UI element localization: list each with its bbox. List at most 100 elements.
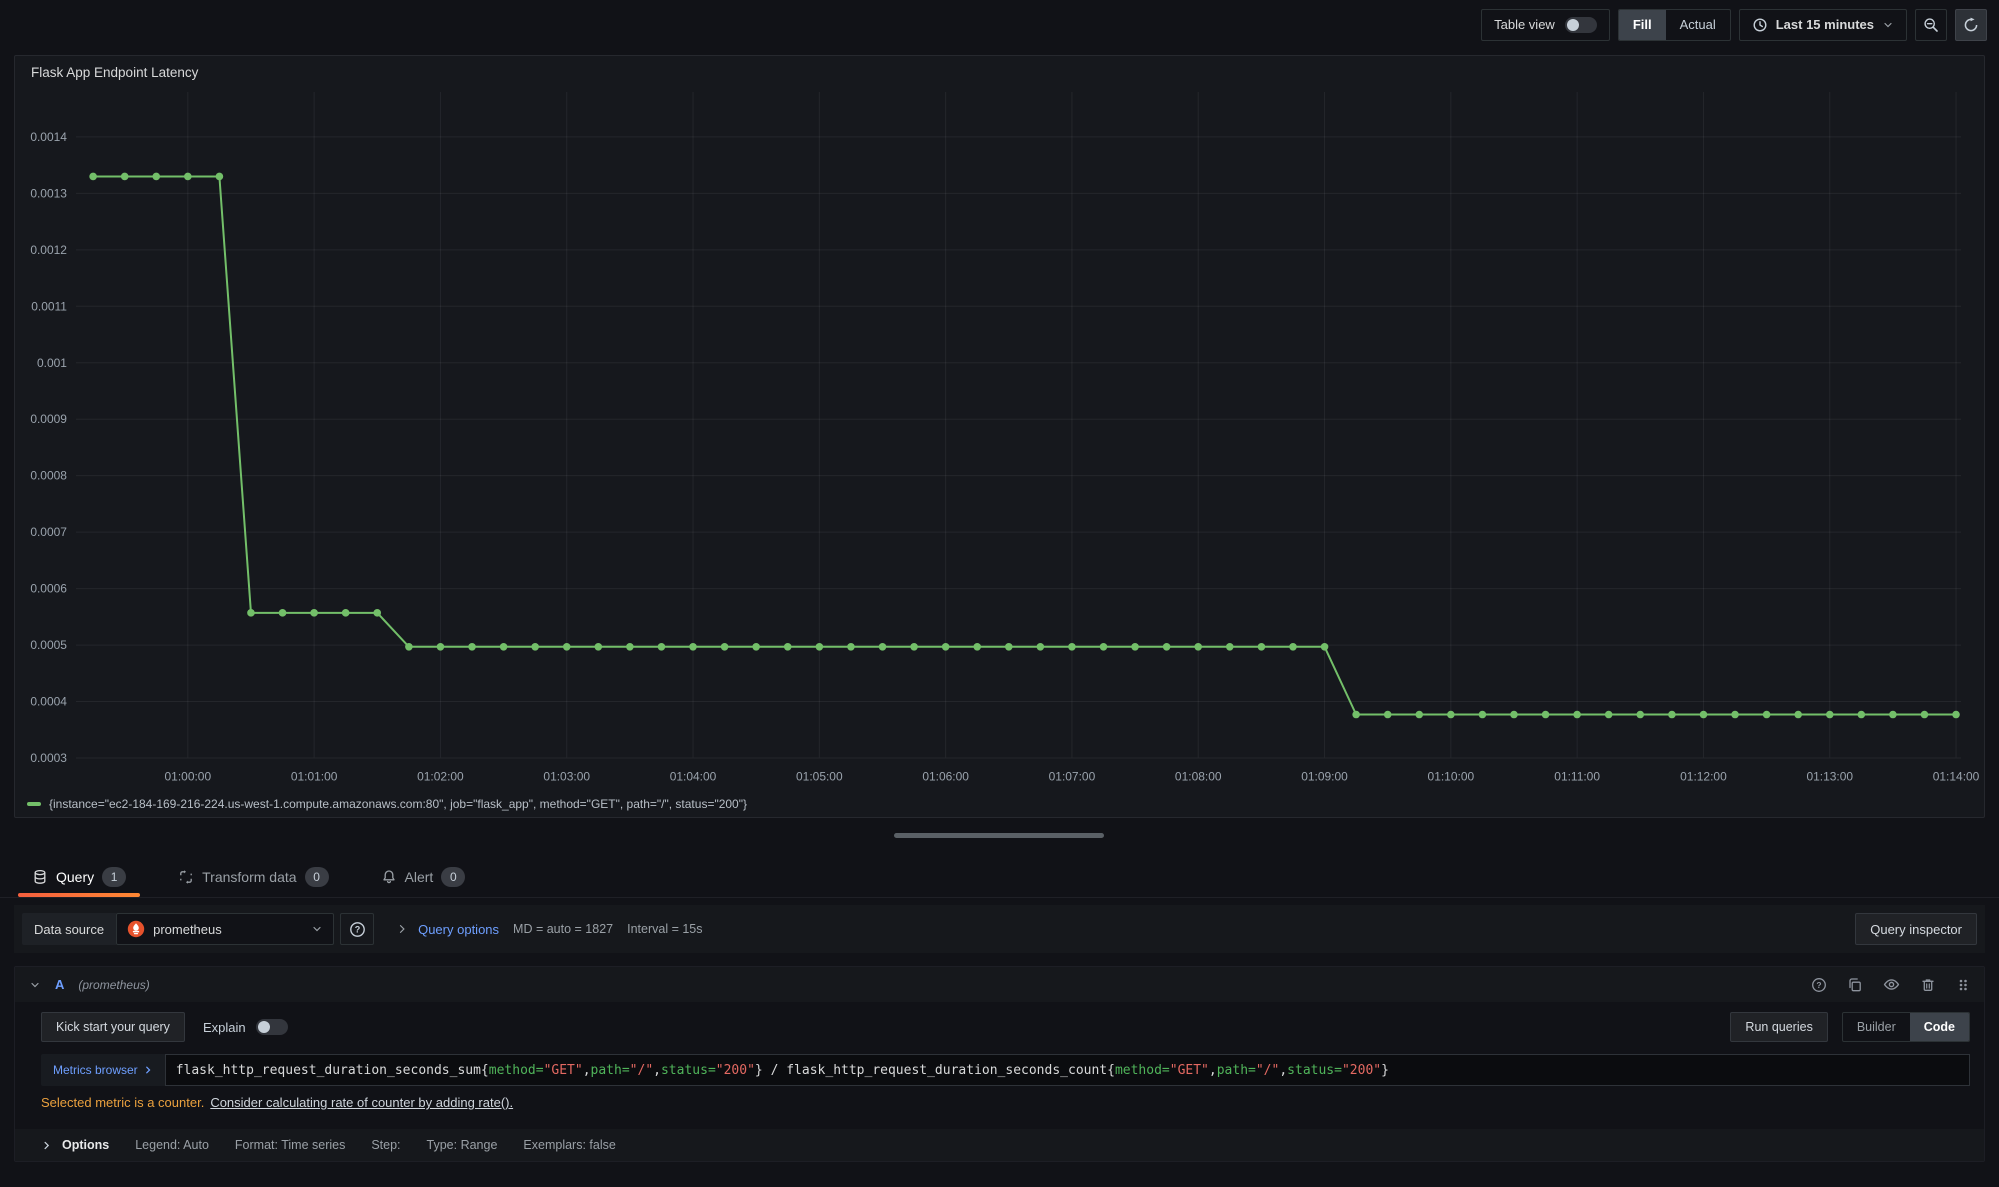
collapse-chevron-icon[interactable] [29, 979, 41, 991]
chart-point [1479, 711, 1487, 719]
x-axis-tick-label: 01:10:00 [1428, 770, 1475, 784]
y-axis-tick-label: 0.0009 [30, 412, 67, 426]
query-inspector-button[interactable]: Query inspector [1855, 913, 1977, 945]
svg-text:?: ? [354, 924, 360, 934]
x-axis-tick-label: 01:05:00 [796, 770, 843, 784]
x-axis-tick-label: 01:11:00 [1554, 770, 1600, 784]
chart-legend: {instance="ec2-184-169-216-224.us-west-1… [27, 797, 747, 811]
chart-point [89, 173, 97, 181]
time-range-picker[interactable]: Last 15 minutes [1739, 9, 1907, 41]
builder-mode-button[interactable]: Builder [1843, 1012, 1910, 1042]
query-toolbar: Kick start your query Explain Run querie… [15, 1012, 1984, 1042]
chart-point [1447, 711, 1455, 719]
query-editor-card: A (prometheus) ? [14, 966, 1985, 1162]
chart-plot-area[interactable]: 0.00140.00130.00120.00110.0010.00090.000… [15, 86, 1984, 789]
chart-point [468, 643, 476, 651]
x-axis-tick-label: 01:13:00 [1806, 770, 1853, 784]
y-axis-tick-label: 0.0004 [30, 695, 67, 709]
chart-point [1794, 711, 1802, 719]
x-axis-tick-label: 01:04:00 [670, 770, 717, 784]
query-row-header[interactable]: A (prometheus) ? [15, 967, 1984, 1002]
chart-point [595, 643, 603, 651]
delete-query-trash-icon[interactable] [1920, 977, 1936, 993]
options-label: Options [62, 1138, 109, 1152]
datasource-help-button[interactable]: ? [340, 913, 374, 945]
run-queries-button[interactable]: Run queries [1730, 1012, 1827, 1042]
chart-point [1321, 643, 1329, 651]
table-view-label: Table view [1494, 17, 1555, 32]
chart-point [1226, 643, 1234, 651]
datasource-row: Data source prometheus ? Query options M… [14, 905, 1985, 953]
query-help-icon[interactable]: ? [1811, 977, 1827, 993]
chart-point [910, 643, 918, 651]
tab-alert[interactable]: Alert 0 [365, 857, 482, 897]
query-expression-row: Metrics browser flask_http_request_durat… [41, 1054, 1970, 1086]
tab-query[interactable]: Query 1 [16, 857, 142, 897]
table-view-toggle[interactable] [1565, 17, 1597, 33]
zoom-out-button[interactable] [1915, 9, 1947, 41]
option-summary-item: Type: Range [427, 1138, 498, 1152]
chart-point [626, 643, 634, 651]
chart-point [658, 643, 666, 651]
builder-code-group: Builder Code [1842, 1012, 1970, 1042]
y-axis-tick-label: 0.0011 [31, 299, 67, 313]
promql-token: "200" [1342, 1063, 1381, 1078]
y-axis-tick-label: 0.0007 [30, 525, 67, 539]
tab-transform-data[interactable]: Transform data 0 [162, 857, 344, 897]
explain-control: Explain [203, 1019, 288, 1035]
kick-start-query-button[interactable]: Kick start your query [41, 1012, 185, 1042]
tab-transform-label: Transform data [202, 869, 296, 885]
x-axis-tick-label: 01:06:00 [922, 770, 969, 784]
code-mode-button[interactable]: Code [1910, 1012, 1969, 1042]
promql-token: } / flask_http_request_duration_seconds_… [755, 1063, 1115, 1078]
datasource-select[interactable]: prometheus [116, 913, 334, 945]
promql-token: , [1209, 1063, 1217, 1078]
x-axis-tick-label: 01:01:00 [291, 770, 338, 784]
bell-icon [381, 869, 397, 885]
chart-point [1826, 711, 1834, 719]
x-axis-tick-label: 01:08:00 [1175, 770, 1222, 784]
duplicate-query-icon[interactable] [1847, 977, 1863, 993]
chart-point [1510, 711, 1518, 719]
query-datasource-hint: (prometheus) [78, 978, 149, 992]
chart-line [93, 176, 1956, 714]
pane-resize-handle[interactable] [894, 833, 1104, 838]
chart-point [1605, 711, 1613, 719]
x-axis-tick-label: 01:12:00 [1680, 770, 1727, 784]
promql-token: } [1381, 1063, 1389, 1078]
refresh-button[interactable] [1955, 9, 1987, 41]
chart-point [1384, 711, 1392, 719]
query-options-link[interactable]: Query options [418, 922, 499, 937]
toggle-visibility-eye-icon[interactable] [1883, 976, 1900, 993]
chart-point [1415, 711, 1423, 719]
chart-point [437, 643, 445, 651]
chart-point [373, 609, 381, 617]
options-chevron-icon[interactable]: Options [41, 1138, 109, 1152]
chart-point [1352, 711, 1360, 719]
explain-toggle[interactable] [256, 1019, 288, 1035]
y-axis-tick-label: 0.0014 [30, 130, 67, 144]
query-options-summary-bar[interactable]: Options Legend: AutoFormat: Time seriesS… [15, 1129, 1984, 1161]
promql-expression-input[interactable]: flask_http_request_duration_seconds_sum{… [165, 1054, 1970, 1086]
chart-point [1258, 643, 1266, 651]
promql-token: "/" [1256, 1063, 1279, 1078]
metrics-browser-button[interactable]: Metrics browser [41, 1054, 165, 1086]
query-toolbar-right: Run queries Builder Code [1730, 1012, 1970, 1042]
drag-handle-icon[interactable] [1956, 977, 1970, 993]
promql-token: status= [1287, 1063, 1342, 1078]
x-axis-tick-label: 01:00:00 [165, 770, 212, 784]
option-summary-item: Exemplars: false [523, 1138, 615, 1152]
chart-point [942, 643, 950, 651]
chart-point [1542, 711, 1550, 719]
chevron-down-icon [1882, 19, 1894, 31]
chart-point [184, 173, 192, 181]
warning-rate-link[interactable]: Consider calculating rate of counter by … [210, 1095, 513, 1110]
chart-point [500, 643, 508, 651]
legend-series-label[interactable]: {instance="ec2-184-169-216-224.us-west-1… [49, 797, 747, 811]
chart-point [1131, 643, 1139, 651]
promql-token: , [583, 1063, 591, 1078]
legend-series-swatch[interactable] [27, 802, 41, 806]
clock-icon [1752, 17, 1768, 33]
fill-button[interactable]: Fill [1619, 10, 1666, 40]
actual-button[interactable]: Actual [1666, 10, 1730, 40]
